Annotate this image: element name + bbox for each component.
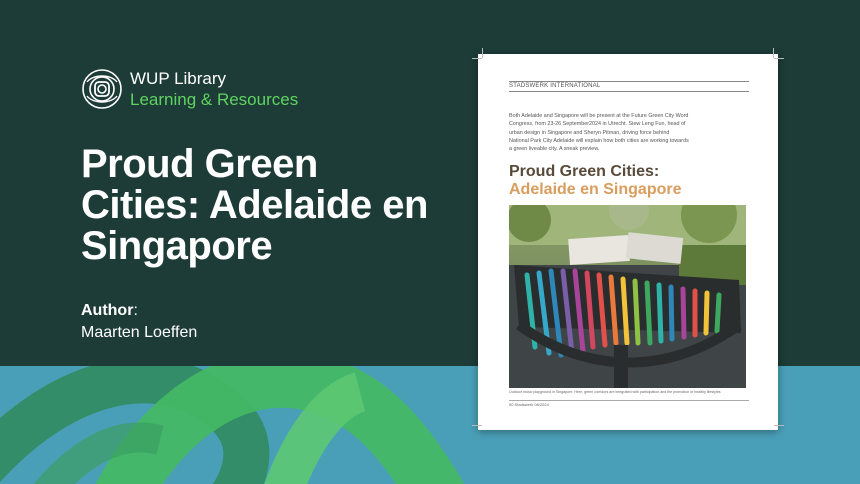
author-name: Maarten Loeffen — [81, 324, 198, 341]
crop-mark — [472, 58, 482, 69]
author-block: Author: Maarten Loeffen — [81, 300, 197, 344]
crop-mark — [763, 48, 774, 58]
crop-mark — [472, 415, 482, 426]
document-footer: 50 Stadswerk 06/2024 — [509, 400, 749, 409]
brand-name: WUP Library — [130, 69, 227, 88]
page-title: Proud Green Cities: Adelaide en Singapor… — [81, 142, 428, 268]
document-heading-line1: Proud Green Cities: — [509, 163, 660, 180]
wup-logo-icon — [82, 69, 122, 109]
crop-mark — [482, 48, 493, 58]
document-heading: Proud Green Cities: Adelaide en Singapor… — [509, 163, 749, 199]
crop-mark — [774, 58, 784, 69]
crop-mark — [774, 415, 784, 426]
document-header: STADSWERK INTERNATIONAL — [509, 81, 749, 92]
brand-tagline: Learning & Resources — [130, 90, 299, 109]
document-intro: Both Adelaide and Singapore will be pres… — [509, 113, 689, 153]
document-preview: STADSWERK INTERNATIONAL Both Adelaide an… — [472, 48, 784, 430]
brand-block: WUP Library Learning & Resources — [130, 68, 298, 110]
music-playground-photo — [509, 205, 746, 388]
photo-caption: Outdoor music playground in Singapore. H… — [509, 390, 721, 394]
author-label: Author — [81, 302, 134, 319]
document-heading-line2: Adelaide en Singapore — [509, 181, 682, 198]
